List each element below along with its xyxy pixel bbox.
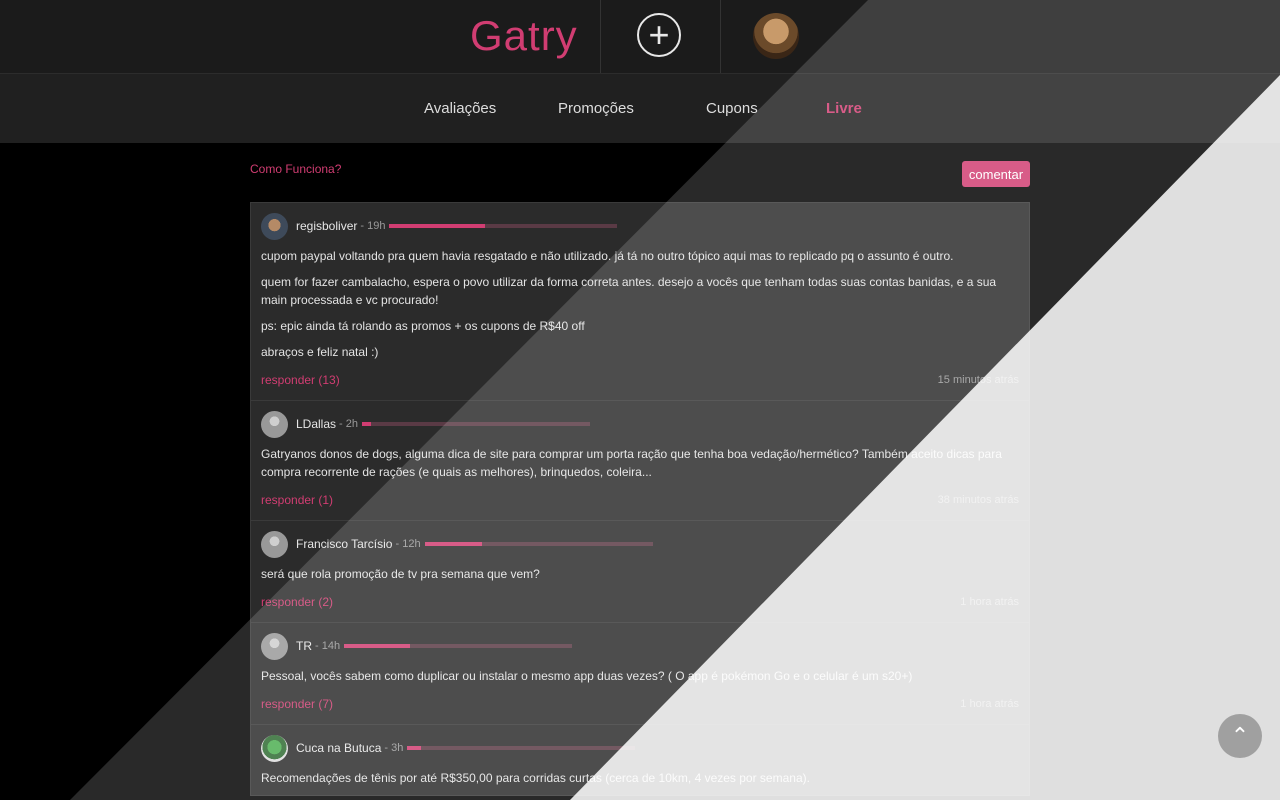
post-header: LDallas - 2h: [261, 410, 1019, 438]
post-item: LDallas - 2h Gatryanos donos de dogs, al…: [250, 401, 1030, 521]
post-timestamp: 15 minutos atrás: [937, 374, 1019, 386]
post-footer: responder (1) 38 minutos atrás: [261, 489, 1019, 520]
reply-link[interactable]: responder (7): [261, 697, 333, 711]
post-body: cupom paypal voltando pra quem havia res…: [261, 247, 1019, 361]
post-paragraph: ps: epic ainda tá rolando as promos + os…: [261, 319, 585, 333]
post-paragraph: será que rola promoção de tv pra semana …: [261, 567, 540, 581]
post-header: regisboliver - 19h: [261, 212, 1019, 240]
level-bar-fill: [362, 422, 372, 426]
level-bar-fill: [344, 644, 411, 648]
post-item: Francisco Tarcísio - 12h será que rola p…: [250, 521, 1030, 623]
post-item: TR - 14h Pessoal, vocês sabem como dupli…: [250, 623, 1030, 725]
avatar[interactable]: [261, 212, 288, 240]
post-paragraph: cupom paypal voltando pra quem havia res…: [261, 249, 954, 263]
reply-link[interactable]: responder (13): [261, 373, 340, 387]
post-timestamp: 38 minutos atrás: [937, 494, 1019, 506]
level-bar-fill: [424, 542, 482, 546]
post-timestamp: 1 hora atrás: [960, 596, 1019, 608]
avatar[interactable]: [261, 530, 288, 558]
post-paragraph: Pessoal, vocês sabem como duplicar ou in…: [261, 669, 913, 683]
level-bar: [389, 224, 618, 228]
avatar[interactable]: [261, 410, 288, 438]
post-header: Cuca na Butuca - 3h: [261, 734, 1019, 762]
top-header: Gatry +: [0, 0, 1280, 73]
level-bar: [407, 746, 636, 750]
post-body: Recomendações de tênis por até R$350,00 …: [261, 769, 1019, 787]
level-bar: [344, 644, 573, 648]
post-item: Cuca na Butuca - 3h Recomendações de tên…: [250, 725, 1030, 796]
post-body: Pessoal, vocês sabem como duplicar ou in…: [261, 667, 1019, 685]
nav-cupons[interactable]: Cupons: [706, 100, 758, 117]
post-paragraph: Recomendações de tênis por até R$350,00 …: [261, 771, 810, 785]
chevron-up-icon: ⌃: [1230, 723, 1250, 748]
post-body: será que rola promoção de tv pra semana …: [261, 565, 1019, 583]
comment-button[interactable]: comentar: [962, 161, 1030, 187]
post-footer: responder (7) 1 hora atrás: [261, 693, 1019, 724]
level-bar: [424, 542, 653, 546]
post-feed: regisboliver - 19h cupom paypal voltando…: [250, 202, 1030, 796]
post-age: - 14h: [315, 640, 341, 652]
post-timestamp: 1 hora atrás: [960, 698, 1019, 710]
post-header: Francisco Tarcísio - 12h: [261, 530, 1019, 558]
header-divider: [600, 0, 601, 73]
post-age: - 19h: [360, 220, 386, 232]
post-age: - 12h: [395, 538, 421, 550]
post-author[interactable]: TR: [296, 639, 312, 653]
post-item: regisboliver - 19h cupom paypal voltando…: [250, 202, 1030, 401]
plus-icon: +: [648, 14, 670, 55]
nav-livre[interactable]: Livre: [826, 100, 862, 117]
post-author[interactable]: Cuca na Butuca: [296, 741, 381, 755]
post-author[interactable]: Francisco Tarcísio: [296, 537, 392, 551]
reply-link[interactable]: responder (2): [261, 595, 333, 609]
post-footer: responder (13) 15 minutos atrás: [261, 369, 1019, 400]
post-paragraph: abraços e feliz natal :): [261, 345, 379, 359]
nav-promocoes[interactable]: Promoções: [558, 100, 634, 117]
scroll-to-top-button[interactable]: ⌃: [1218, 714, 1262, 758]
level-bar: [362, 422, 590, 426]
avatar[interactable]: [261, 734, 288, 762]
nav-avaliacoes[interactable]: Avaliações: [424, 100, 496, 117]
post-header: TR - 14h: [261, 632, 1019, 660]
post-paragraph: Gatryanos donos de dogs, alguma dica de …: [261, 447, 1002, 479]
level-bar-fill: [389, 224, 486, 228]
avatar[interactable]: [261, 632, 288, 660]
reply-link[interactable]: responder (1): [261, 493, 333, 507]
user-avatar[interactable]: [753, 13, 799, 59]
post-paragraph: quem for fazer cambalacho, espera o povo…: [261, 275, 997, 307]
main-nav: Avaliações Promoções Cupons Livre: [0, 74, 1280, 143]
post-age: - 2h: [339, 418, 358, 430]
add-post-button[interactable]: +: [637, 13, 681, 57]
header-divider: [720, 0, 721, 73]
post-body: Gatryanos donos de dogs, alguma dica de …: [261, 445, 1019, 481]
post-age: - 3h: [384, 742, 404, 754]
post-author[interactable]: regisboliver: [296, 219, 357, 233]
post-author[interactable]: LDallas: [296, 417, 336, 431]
level-bar-fill: [407, 746, 422, 750]
gatry-logo[interactable]: Gatry: [470, 12, 578, 60]
how-it-works-link[interactable]: Como Funciona?: [250, 162, 341, 176]
post-footer: responder (2) 1 hora atrás: [261, 591, 1019, 622]
